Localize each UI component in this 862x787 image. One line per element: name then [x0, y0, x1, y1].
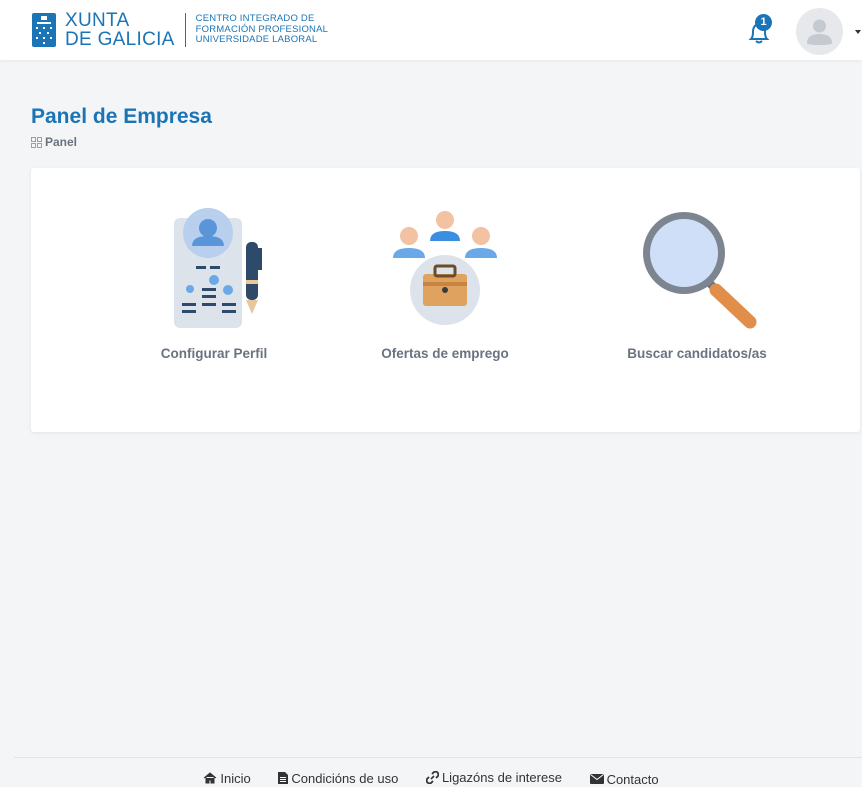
- job-offers-icon: [393, 211, 497, 325]
- magnifier-icon: [643, 212, 757, 329]
- document-icon: [278, 772, 289, 784]
- footer-link-condicions[interactable]: Condicións de uso: [278, 771, 398, 786]
- tile-buscar-candidatos[interactable]: Buscar candidatos/as: [587, 204, 807, 361]
- home-icon: [204, 772, 217, 784]
- envelope-icon: [589, 774, 604, 784]
- link-icon: [425, 771, 439, 784]
- logo-divider: [184, 13, 186, 47]
- tile-label-configurar-perfil[interactable]: Configurar Perfil: [104, 346, 324, 361]
- footer-divider: [14, 757, 862, 758]
- brand-line-2: DE GALICIA: [65, 29, 175, 50]
- footer-link-inicio[interactable]: Inicio: [203, 770, 251, 786]
- footer-link-contacto[interactable]: Contacto: [589, 771, 659, 787]
- tile-configurar-perfil[interactable]: Configurar Perfil: [104, 204, 324, 361]
- footer-link-label: Inicio: [220, 770, 251, 786]
- galicia-crest-icon: [32, 13, 56, 47]
- footer-link-label: Condicións de uso: [291, 770, 399, 786]
- footer-link-ligazons[interactable]: Ligazóns de interese: [425, 770, 562, 785]
- profile-document-icon: [174, 208, 262, 328]
- user-menu-chevron-down-icon[interactable]: [855, 30, 861, 34]
- breadcrumb: Panel: [31, 135, 77, 149]
- tile-label-ofertas-de-emprego[interactable]: Ofertas de emprego: [335, 346, 555, 361]
- footer-link-label: Contacto: [606, 771, 659, 787]
- xunta-logo[interactable]: XUNTA DE GALICIA CENTRO INTEGRADO DE FOR…: [32, 10, 328, 50]
- school-line-3: UNIVERSIDADE LABORAL: [195, 34, 318, 46]
- notification-count-badge[interactable]: 1: [755, 14, 772, 31]
- top-navbar: XUNTA DE GALICIA CENTRO INTEGRADO DE FOR…: [0, 0, 862, 60]
- tile-ofertas-de-emprego[interactable]: Ofertas de emprego: [335, 204, 555, 361]
- xunta-wordmark: XUNTA DE GALICIA: [65, 11, 175, 49]
- tile-label-buscar-candidatos[interactable]: Buscar candidatos/as: [587, 346, 807, 361]
- brand-line-1: XUNTA: [65, 10, 130, 31]
- school-name: CENTRO INTEGRADO DE FORMACIÓN PROFESIONA…: [196, 14, 328, 46]
- footer: Inicio Condicións de uso Ligazóns de int…: [0, 770, 862, 787]
- user-avatar[interactable]: [796, 8, 843, 55]
- grid-icon: [31, 136, 42, 148]
- footer-link-label: Ligazóns de interese: [441, 770, 562, 785]
- breadcrumb-item-panel[interactable]: Panel: [45, 135, 77, 149]
- dashboard-card: Configurar Perfil Ofertas de emprego Bus…: [31, 168, 860, 432]
- page-title: Panel de Empresa: [31, 105, 212, 128]
